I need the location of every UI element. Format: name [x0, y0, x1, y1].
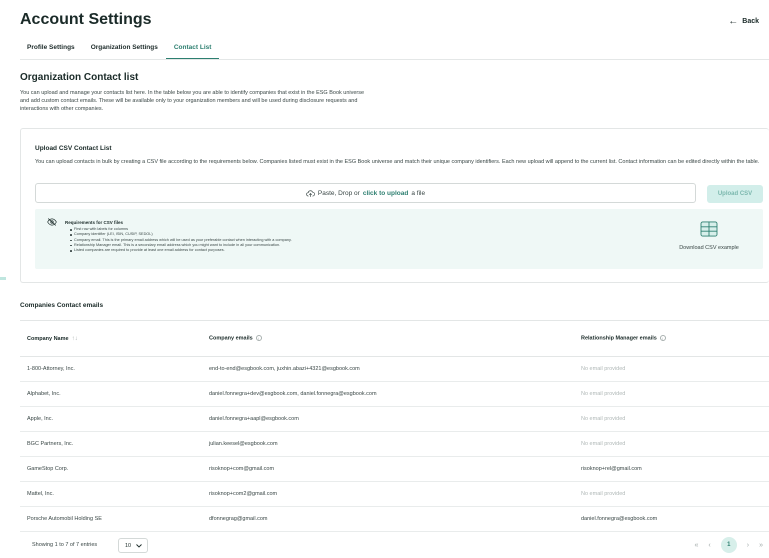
table-row: Mattel, Inc. risoknop+com2@gmail.com No … [20, 481, 769, 507]
rm-emails-cell[interactable]: No email provided [574, 481, 769, 507]
rm-emails-cell[interactable]: daniel.fonnegra@esgbook.com [574, 506, 769, 532]
rm-emails-cell[interactable]: No email provided [574, 356, 769, 382]
section-title: Organization Contact list [20, 72, 139, 83]
upload-csv-card: Upload CSV Contact List You can upload c… [20, 128, 769, 283]
info-icon[interactable]: i [255, 335, 262, 342]
cloud-upload-icon [306, 189, 315, 197]
back-arrow-icon: ← [728, 16, 739, 27]
company-emails-cell[interactable]: daniel.fonnegra+dev@esgbook.com, daniel.… [202, 381, 574, 407]
table-row: BGC Partners, Inc. julian.keesel@esgbook… [20, 431, 769, 457]
info-icon[interactable]: i [659, 335, 666, 342]
dropzone-suffix: a file [411, 189, 426, 197]
rm-emails-cell[interactable]: No email provided [574, 381, 769, 407]
upload-description: You can upload contacts in bulk by creat… [35, 159, 760, 165]
table-icon [700, 221, 718, 237]
tab-contact-list[interactable]: Contact List [165, 40, 220, 59]
company-name-cell: Alphabet, Inc. [20, 381, 202, 407]
table-footer: Showing 1 to 7 of 7 entries 10 « ‹ 1 › » [20, 537, 769, 555]
company-name-cell: Apple, Inc. [20, 406, 202, 432]
chevron-right-icon[interactable]: › [747, 542, 749, 549]
table-row: 1-800-Attorney, Inc. end-to-end@esgbook.… [20, 356, 769, 382]
table-row: Apple, Inc. daniel.fonnegra+aapl@esgbook… [20, 406, 769, 432]
company-emails-cell[interactable]: risoknop+com2@gmail.com [202, 481, 574, 507]
double-chevron-right-icon[interactable]: » [759, 542, 763, 549]
page-title: Account Settings [20, 11, 152, 28]
sort-icon[interactable]: ↑↓ [72, 336, 78, 342]
tab-profile-settings[interactable]: Profile Settings [20, 40, 83, 59]
requirement-item: Listed companies are required to provide… [70, 248, 292, 253]
company-emails-cell[interactable]: julian.keesel@esgbook.com [202, 431, 574, 457]
rm-emails-cell[interactable]: No email provided [574, 406, 769, 432]
side-marker [0, 277, 6, 280]
column-company-emails: Company emails i [202, 320, 574, 357]
column-company-name[interactable]: Company Name ↑↓ [20, 320, 202, 357]
entries-summary: Showing 1 to 7 of 7 entries [32, 542, 98, 548]
company-name-cell: 1-800-Attorney, Inc. [20, 356, 202, 382]
pagination: « ‹ 1 › » [695, 537, 763, 553]
company-name-cell: Mattel, Inc. [20, 481, 202, 507]
company-emails-cell[interactable]: end-to-end@esgbook.com, juxhin.abazi+432… [202, 356, 574, 382]
download-csv-example[interactable]: Download CSV example [669, 221, 749, 251]
company-emails-cell[interactable]: daniel.fonnegra+aapl@esgbook.com [202, 406, 574, 432]
company-emails-cell[interactable]: risoknop+com@gmail.com [202, 456, 574, 482]
company-name-cell: Porsche Automobil Holding SE [20, 506, 202, 532]
contacts-table: Company Name ↑↓ Company emails i Relations… [20, 320, 769, 532]
table-title: Companies Contact emails [20, 302, 104, 309]
rm-emails-cell[interactable]: risoknop+rel@gmail.com [574, 456, 769, 482]
back-button[interactable]: ← Back [728, 16, 759, 27]
upload-title: Upload CSV Contact List [35, 145, 112, 152]
back-label: Back [742, 18, 759, 25]
table-row: Alphabet, Inc. daniel.fonnegra+dev@esgbo… [20, 381, 769, 407]
download-csv-label: Download CSV example [679, 245, 739, 251]
company-name-cell: GameStop Corp. [20, 456, 202, 482]
chevron-down-icon [136, 543, 142, 548]
header: Account Settings ← Back [20, 11, 759, 31]
section-description: You can upload and manage your contacts … [20, 90, 365, 112]
dropzone-prefix: Paste, Drop or [317, 189, 360, 197]
table-row: GameStop Corp. risoknop+com@gmail.com ri… [20, 456, 769, 482]
upload-csv-button[interactable]: Upload CSV [707, 185, 763, 203]
rm-emails-cell[interactable]: No email provided [574, 431, 769, 457]
table-header-row: Company Name ↑↓ Company emails i Relations… [20, 320, 769, 357]
column-rm-emails: Relationship Manager emails i [574, 320, 769, 357]
company-name-cell: BGC Partners, Inc. [20, 431, 202, 457]
tab-organization-settings[interactable]: Organization Settings [83, 40, 166, 59]
chevron-left-icon[interactable]: ‹ [708, 542, 710, 549]
settings-tabs: Profile Settings Organization Settings C… [20, 40, 769, 60]
requirements-title: Requirements for CSV files [65, 220, 124, 225]
page-size-value: 10 [125, 542, 132, 549]
requirements-list: First row with labels for columns Compan… [70, 227, 292, 253]
eye-off-icon [47, 218, 57, 226]
csv-dropzone[interactable]: Paste, Drop or click to upload a file [35, 183, 696, 203]
double-chevron-left-icon[interactable]: « [695, 542, 699, 549]
click-to-upload-link[interactable]: click to upload [363, 190, 409, 197]
table-row: Porsche Automobil Holding SE dfonnegrag@… [20, 506, 769, 532]
page-number-current[interactable]: 1 [720, 537, 737, 553]
page-size-select[interactable]: 10 [118, 538, 148, 553]
csv-requirements-panel: Requirements for CSV files First row wit… [35, 209, 763, 269]
company-emails-cell[interactable]: dfonnegrag@gmail.com [202, 506, 574, 532]
